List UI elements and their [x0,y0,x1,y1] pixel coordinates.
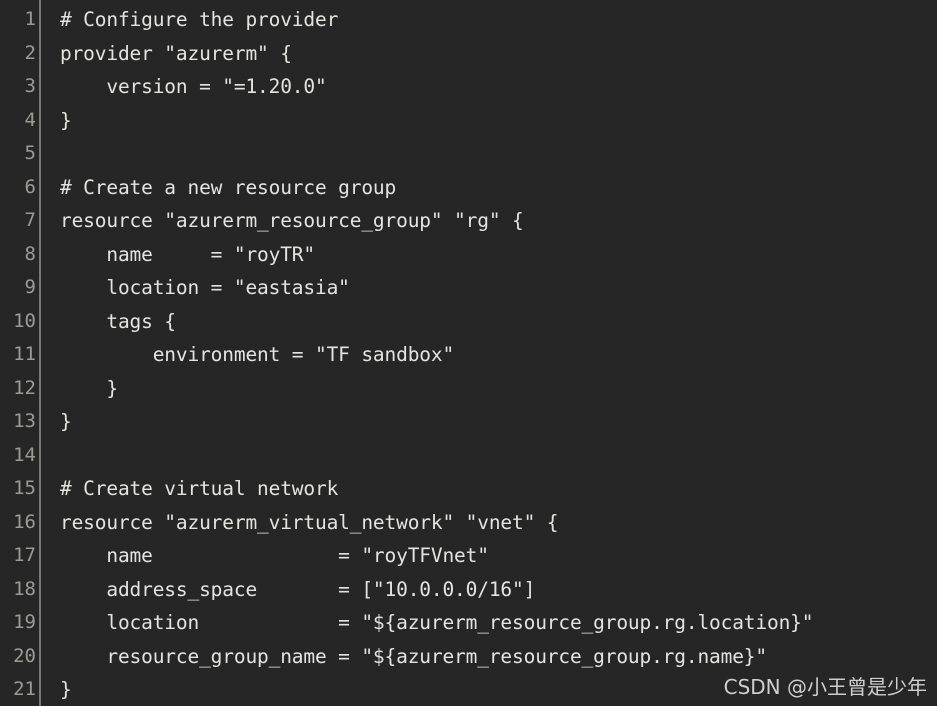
code-line[interactable]: resource "azurerm_virtual_network" "vnet… [60,506,937,540]
code-line[interactable]: name = "royTFVnet" [60,539,937,573]
code-line[interactable]: location = "eastasia" [60,271,937,305]
line-number: 15 [13,477,36,499]
code-line[interactable]: } [60,405,937,439]
code-line[interactable]: # Create virtual network [60,472,937,506]
line-number: 1 [24,8,36,30]
code-line[interactable] [60,137,937,171]
line-number: 4 [24,108,36,131]
code-content-area[interactable]: # Configure the provider provider "azurer… [41,0,937,706]
line-number: 13 [13,410,36,432]
code-line[interactable]: # Create a new resource group [60,171,937,205]
line-number: 19 [13,611,36,633]
line-number: 21 [13,678,36,700]
code-line[interactable]: resource "azurerm_resource_group" "rg" { [60,204,937,238]
line-number: 6 [24,175,36,198]
csdn-watermark: CSDN @小王曾是少年 [723,675,927,699]
screenshot-root: 1 2 3 4 5 6 7 8 9 10 11 12 13 14 15 16 17 18 19 20 21 # Conf… [0,0,937,706]
line-number: 2 [24,41,36,64]
line-number: 20 [13,644,36,667]
code-line[interactable]: } [60,372,937,406]
line-number: 17 [13,544,36,566]
code-line[interactable]: resource_group_name = "${azurerm_resourc… [60,640,937,674]
code-line[interactable]: address_space = ["10.0.0.0/16"] [60,573,937,607]
line-number: 18 [13,577,36,600]
line-number: 9 [24,276,36,298]
line-number: 12 [13,376,36,399]
line-number: 5 [24,142,36,164]
code-line[interactable]: version = "=1.20.0" [60,70,937,104]
line-number: 10 [13,309,36,332]
code-line[interactable]: tags { [60,305,937,339]
line-number: 11 [13,343,36,365]
line-number: 16 [13,510,36,533]
code-line[interactable]: environment = "TF sandbox" [60,338,937,372]
code-line[interactable]: provider "azurerm" { [60,37,937,71]
code-line[interactable]: name = "royTR" [60,238,937,272]
code-line[interactable]: location = "${azurerm_resource_group.rg.… [60,606,937,640]
line-number-gutter: 1 2 3 4 5 6 7 8 9 10 11 12 13 14 15 16 17 18 19 20 21 [0,0,41,706]
code-line[interactable]: # Configure the provider [60,3,937,37]
code-block: 1 2 3 4 5 6 7 8 9 10 11 12 13 14 15 16 17 18 19 20 21 # Conf… [0,0,937,706]
gutter-separator-line [39,0,41,706]
line-number: 8 [24,242,36,265]
code-line[interactable]: } [60,104,937,138]
line-number: 14 [13,443,36,466]
line-number: 7 [24,209,36,231]
code-line[interactable] [60,439,937,473]
line-number: 3 [24,75,36,97]
